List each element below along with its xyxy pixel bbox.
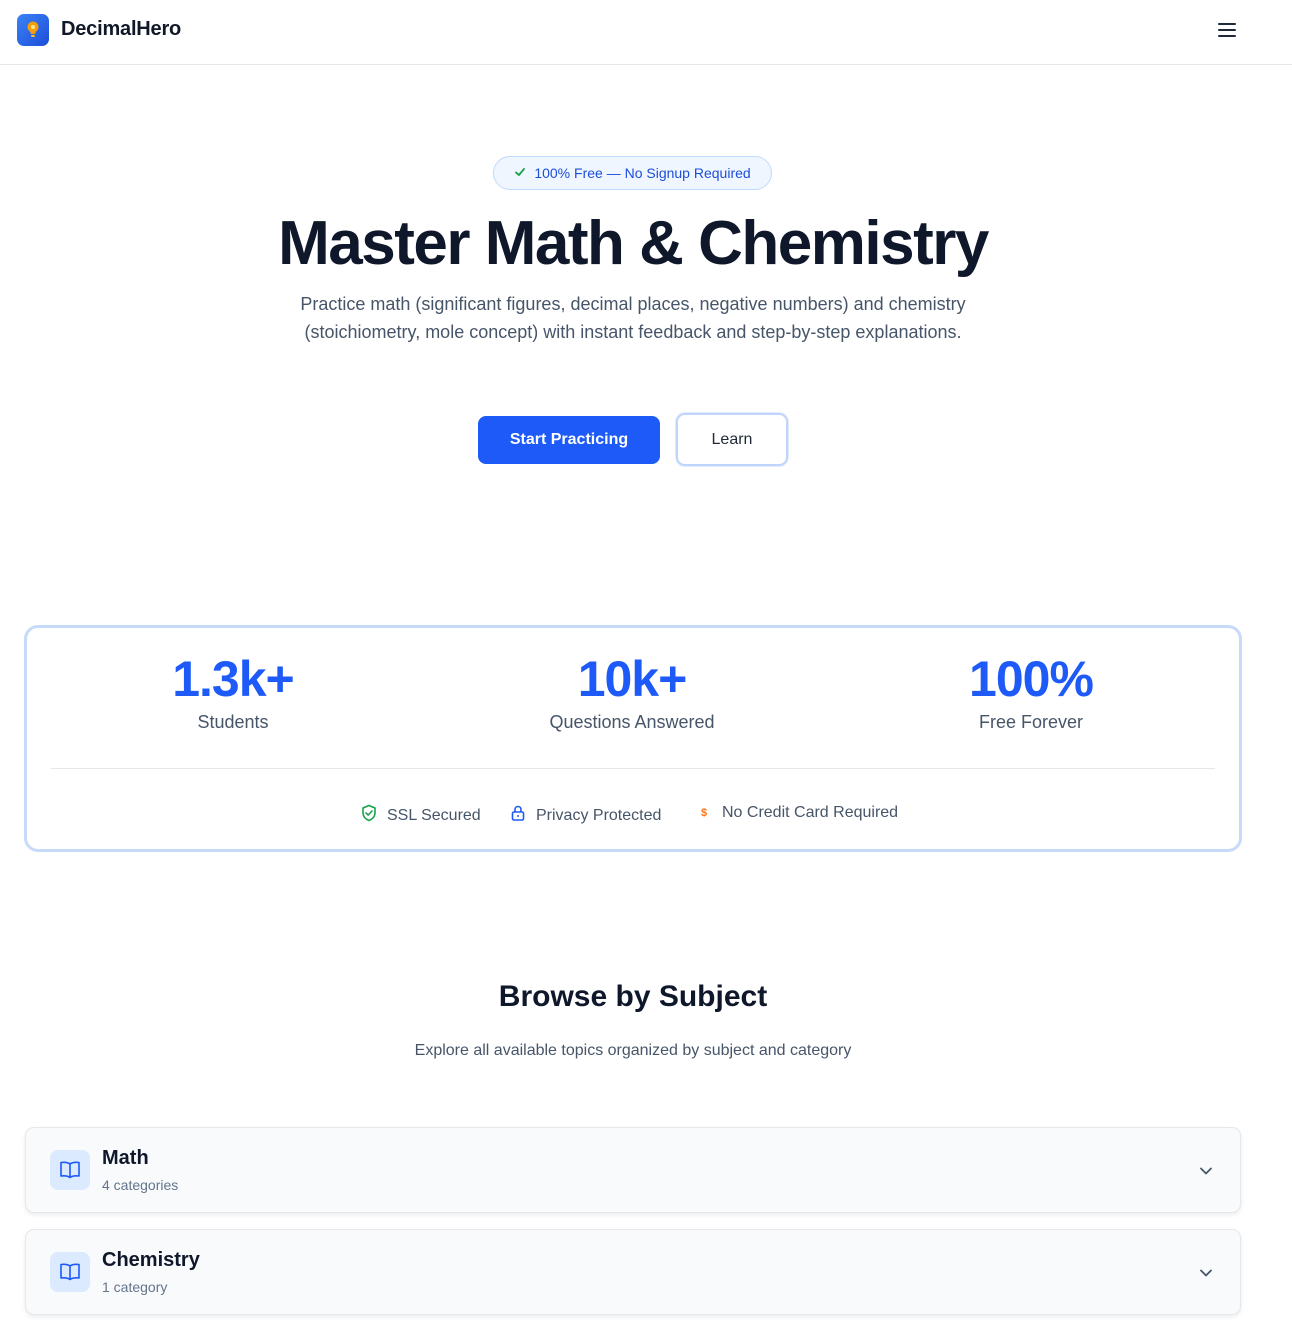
hamburger-menu-icon[interactable] xyxy=(1212,17,1242,43)
trust-no-credit-card: $ No Credit Card Required xyxy=(695,804,898,822)
free-badge: 100% Free — No Signup Required xyxy=(493,156,772,190)
lock-icon xyxy=(509,804,527,827)
subject-name: Chemistry xyxy=(102,1249,200,1271)
stats-divider xyxy=(51,768,1215,769)
subject-math[interactable]: Math 4 categories xyxy=(25,1127,1241,1213)
learn-button[interactable]: Learn xyxy=(676,413,788,466)
trust-label: Privacy Protected xyxy=(536,806,662,824)
subject-count: 4 categories xyxy=(102,1177,179,1193)
site-header: DecimalHero xyxy=(0,0,1292,65)
trust-ssl: SSL Secured xyxy=(360,804,481,827)
chevron-down-icon[interactable] xyxy=(1196,1263,1216,1283)
subject-count: 1 category xyxy=(102,1279,168,1295)
badge-label: 100% Free — No Signup Required xyxy=(534,165,751,181)
subject-name: Math xyxy=(102,1147,149,1169)
stat-value: 100% xyxy=(969,651,1094,707)
chevron-down-icon[interactable] xyxy=(1196,1161,1216,1181)
stat-value: 1.3k+ xyxy=(172,651,295,707)
stat-label: Questions Answered xyxy=(549,712,715,732)
stat-value: 10k+ xyxy=(577,651,688,707)
brand-name[interactable]: DecimalHero xyxy=(61,18,181,41)
trust-privacy: Privacy Protected xyxy=(509,804,661,827)
browse-subtitle: Explore all available topics organized b… xyxy=(414,1042,852,1059)
stats-card: 1.3k+ Students 10k+ Questions Answered 1… xyxy=(24,625,1242,852)
stat-free: 100% Free Forever xyxy=(851,648,1211,733)
dollar-icon: $ xyxy=(700,807,708,819)
stat-students: 1.3k+ Students xyxy=(53,648,413,733)
stat-questions: 10k+ Questions Answered xyxy=(452,648,812,733)
shield-check-icon xyxy=(360,804,378,827)
trust-label: SSL Secured xyxy=(387,806,481,824)
subject-chemistry[interactable]: Chemistry 1 category xyxy=(25,1229,1241,1315)
book-open-icon xyxy=(50,1252,90,1292)
stat-label: Free Forever xyxy=(978,712,1084,732)
start-practicing-button[interactable]: Start Practicing xyxy=(478,416,660,464)
browse-title: Browse by Subject xyxy=(498,980,768,1013)
hero-subtitle: Practice math (significant figures, deci… xyxy=(300,294,966,342)
trust-label: No Credit Card Required xyxy=(722,804,899,821)
book-open-icon xyxy=(50,1150,90,1190)
stat-label: Students xyxy=(197,712,269,732)
hero-title: Master Math & Chemistry xyxy=(278,209,989,278)
check-icon xyxy=(514,166,526,181)
lightbulb-logo-icon[interactable] xyxy=(17,14,49,46)
